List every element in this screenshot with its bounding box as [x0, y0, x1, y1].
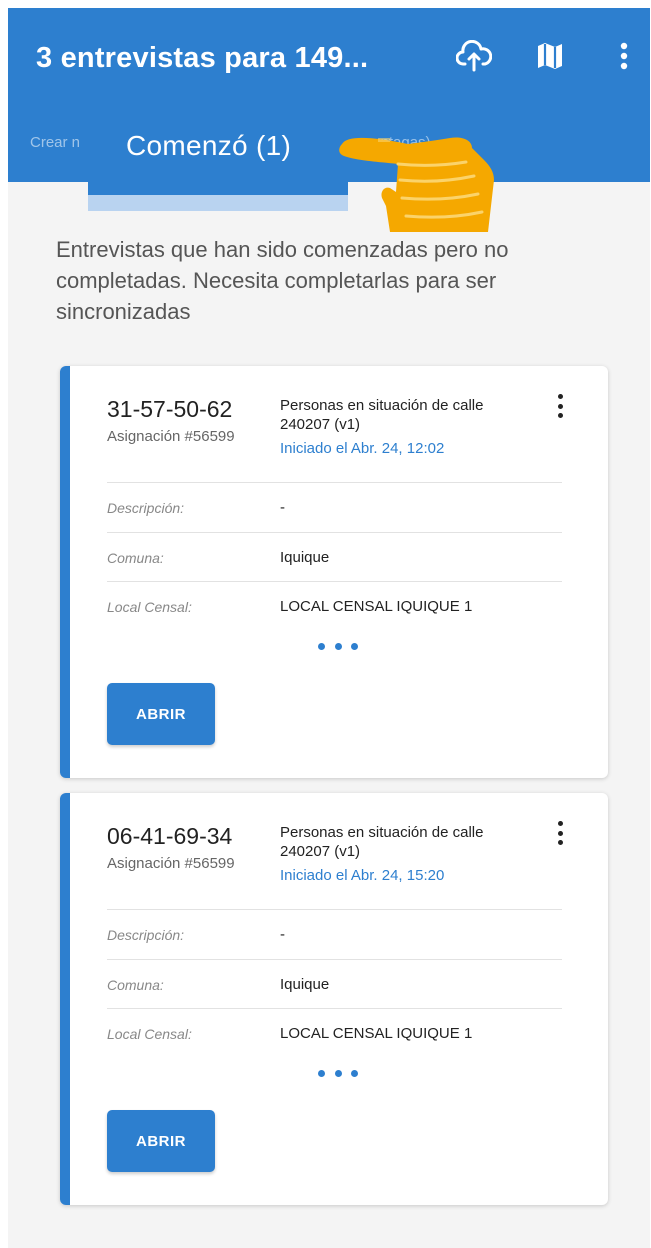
expand-more-icon[interactable] [318, 641, 358, 651]
field-label: Local Censal: [107, 1026, 192, 1042]
app-screen: 3 entrevistas para 149... Crear n ...nta… [8, 8, 650, 1248]
field-label: Comuna: [107, 550, 164, 566]
cloud-sync-icon[interactable] [452, 34, 496, 78]
assignment-label: Asignación #56599 [107, 855, 235, 872]
map-icon[interactable] [528, 34, 572, 78]
expand-more-icon[interactable] [318, 1068, 358, 1078]
field-row: Comuna: Iquique [107, 959, 562, 1009]
field-value: Iquique [280, 976, 330, 993]
started-date: Iniciado el Abr. 24, 15:20 [280, 867, 445, 884]
card-menu-icon[interactable] [552, 392, 568, 420]
assignment-label: Asignación #56599 [107, 428, 235, 445]
interview-code: 31-57-50-62 [107, 396, 233, 422]
more-vert-icon[interactable] [602, 34, 646, 78]
field-value: - [280, 499, 285, 516]
field-value: LOCAL CENSAL IQUIQUE 1 [280, 1025, 473, 1042]
field-value: Iquique [280, 549, 330, 566]
tab-indicator [88, 195, 348, 211]
field-label: Comuna: [107, 977, 164, 993]
intro-text: Entrevistas que han sido comenzadas pero… [56, 237, 509, 324]
pointing-hand-icon [338, 120, 508, 250]
field-label: Local Censal: [107, 599, 192, 615]
field-row: Local Censal: LOCAL CENSAL IQUIQUE 1 [107, 581, 562, 631]
survey-title: Personas en situación de calle 240207 (v… [280, 397, 484, 433]
tab-comenzo-label: Comenzó (1) [126, 130, 292, 161]
page-title: 3 entrevistas para 149... [36, 42, 369, 74]
open-button[interactable]: ABRIR [107, 683, 215, 745]
card-accent [60, 793, 70, 1205]
field-row: Descripción: - [107, 482, 562, 532]
field-label: Descripción: [107, 500, 185, 516]
field-value: LOCAL CENSAL IQUIQUE 1 [280, 598, 473, 615]
survey-title: Personas en situación de calle 240207 (v… [280, 824, 484, 860]
tab-crear[interactable]: Crear n [30, 134, 80, 151]
field-value: - [280, 926, 285, 943]
started-date: Iniciado el Abr. 24, 12:02 [280, 440, 445, 457]
field-row: Comuna: Iquique [107, 532, 562, 582]
field-row: Descripción: - [107, 909, 562, 959]
interview-code: 06-41-69-34 [107, 823, 233, 849]
field-row: Local Censal: LOCAL CENSAL IQUIQUE 1 [107, 1008, 562, 1058]
interview-card: 31-57-50-62 Asignación #56599 Personas e… [60, 366, 608, 778]
interview-card: 06-41-69-34 Asignación #56599 Personas e… [60, 793, 608, 1205]
card-menu-icon[interactable] [552, 819, 568, 847]
card-accent [60, 366, 70, 778]
field-label: Descripción: [107, 927, 185, 943]
open-button[interactable]: ABRIR [107, 1110, 215, 1172]
